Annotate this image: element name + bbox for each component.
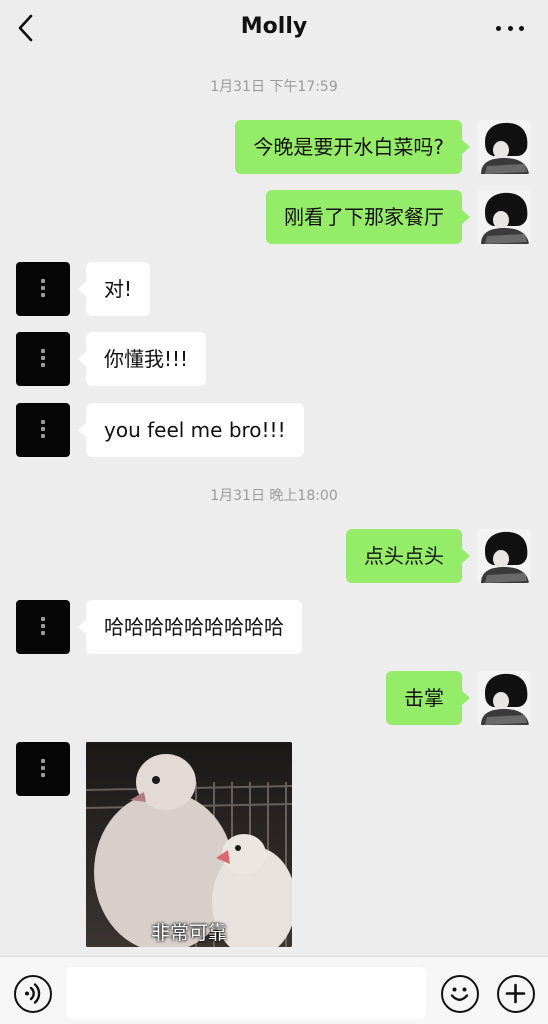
contact-avatar[interactable] <box>16 332 70 386</box>
more-button[interactable] <box>496 26 524 34</box>
message-input[interactable] <box>66 967 426 1019</box>
message-bubble-incoming[interactable]: 哈哈哈哈哈哈哈哈哈 <box>78 600 302 654</box>
more-horizontal-icon <box>496 26 501 31</box>
contact-avatar[interactable] <box>16 262 70 316</box>
message-bubble-incoming[interactable]: 对! <box>77 262 151 316</box>
timestamp: 1月31日 下午17:59 <box>210 79 338 95</box>
message-bubble-incoming[interactable]: you feel me bro!!! <box>78 403 304 457</box>
contact-avatar[interactable] <box>16 600 70 654</box>
my-avatar[interactable] <box>477 190 531 244</box>
message-bubble-incoming[interactable]: 你懂我!!! <box>77 332 207 386</box>
input-bar <box>0 956 548 1024</box>
avatar-photo <box>477 671 531 725</box>
message-bubble-outgoing[interactable]: 击掌 <box>386 671 470 725</box>
plus-button[interactable] <box>497 975 535 1013</box>
my-avatar[interactable] <box>477 120 531 174</box>
voice-button[interactable] <box>14 975 52 1013</box>
sticker-message[interactable]: 非常可靠 <box>86 742 292 947</box>
sticker-caption: 非常可靠 <box>150 922 227 944</box>
avatar-photo <box>477 190 531 244</box>
my-avatar[interactable] <box>477 529 531 583</box>
my-avatar[interactable] <box>477 671 531 725</box>
avatar-photo <box>477 529 531 583</box>
emoji-button[interactable] <box>441 975 479 1013</box>
message-bubble-outgoing[interactable]: 今晚是要开水白菜吗? <box>235 120 470 174</box>
message-bubble-outgoing[interactable]: 点头点头 <box>346 529 470 583</box>
avatar-photo <box>477 120 531 174</box>
emoji-icon <box>450 987 469 1001</box>
chat-header: Molly <box>0 0 548 58</box>
contact-avatar[interactable] <box>16 403 70 457</box>
timestamp: 1月31日 晚上18:00 <box>210 488 338 504</box>
voice-icon <box>25 983 41 1004</box>
contact-avatar[interactable] <box>16 742 70 796</box>
sticker-image <box>86 742 292 947</box>
plus-icon <box>505 983 526 1004</box>
message-bubble-outgoing[interactable]: 刚看了下那家餐厅 <box>266 190 470 244</box>
chat-title: Molly <box>240 14 308 39</box>
